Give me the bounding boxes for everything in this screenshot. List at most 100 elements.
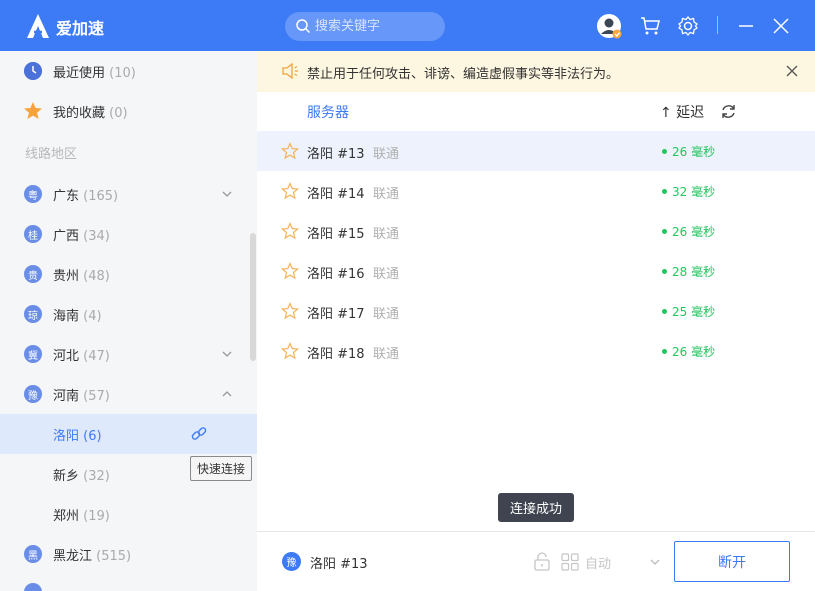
status-dot — [662, 229, 667, 234]
server-row[interactable]: 洛阳 #15 联通 26 毫秒 — [257, 211, 815, 251]
minimize-button[interactable] — [733, 13, 759, 39]
connect-success-toast: 连接成功 — [498, 493, 574, 522]
sidebar-scrollbar[interactable] — [250, 233, 256, 361]
server-row[interactable]: 洛阳 #18 联通 26 毫秒 — [257, 331, 815, 371]
titlebar-divider — [717, 16, 718, 34]
server-latency: 26 毫秒 — [672, 225, 716, 239]
app-logo-icon — [27, 14, 49, 38]
chevron-down-icon[interactable] — [649, 557, 661, 567]
sidebar-item-heilongjiang[interactable]: 黑 黑龙江 (515) — [0, 534, 257, 574]
region-badge: 桂 — [24, 225, 42, 243]
sidebar-item-count: (10) — [109, 65, 136, 81]
sidebar-item-luoyang[interactable]: 洛阳 (6) — [0, 414, 257, 454]
quick-connect-link-icon[interactable] — [190, 425, 208, 443]
server-row[interactable]: 洛阳 #13 联通 26 毫秒 — [257, 131, 815, 171]
sidebar-item-hebei[interactable]: 冀 河北 (47) — [0, 334, 257, 374]
close-notice-icon[interactable] — [785, 64, 799, 78]
clock-icon — [24, 62, 42, 80]
star-outline-icon[interactable] — [281, 222, 299, 240]
grid-mode-icon[interactable] — [561, 553, 579, 571]
chevron-down-icon[interactable] — [221, 188, 233, 200]
sidebar-item-guizhou[interactable]: 贵 贵州 (48) — [0, 254, 257, 294]
server-table-header: 服务器 ↑ 延迟 — [257, 92, 815, 131]
sidebar-item-henan[interactable]: 豫 河南 (57) — [0, 374, 257, 414]
refresh-icon[interactable] — [720, 103, 737, 120]
sidebar-item-guangdong[interactable]: 粤 广东 (165) — [0, 174, 257, 214]
server-row[interactable]: 洛阳 #16 联通 28 毫秒 — [257, 251, 815, 291]
sidebar-item-count: (32) — [83, 468, 110, 484]
status-dot — [662, 189, 667, 194]
column-header-server[interactable]: 服务器 — [307, 102, 349, 122]
server-latency: 32 毫秒 — [672, 185, 716, 199]
server-name: 洛阳 #17 — [307, 307, 365, 322]
sidebar-item-label: 河北 — [53, 348, 80, 364]
server-row[interactable]: 洛阳 #14 联通 32 毫秒 — [257, 171, 815, 211]
sidebar-item-label: 郑州 — [53, 508, 80, 524]
sidebar-item-recent[interactable]: 最近使用 (10) — [0, 51, 257, 91]
sidebar-item-label: 最近使用 — [53, 65, 106, 81]
search-input[interactable] — [315, 12, 440, 41]
star-outline-icon[interactable] — [281, 302, 299, 320]
server-name: 洛阳 #15 — [307, 227, 365, 242]
column-header-delay[interactable]: ↑ 延迟 — [660, 102, 704, 122]
star-outline-icon[interactable] — [281, 182, 299, 200]
sidebar-item-guangxi[interactable]: 桂 广西 (34) — [0, 214, 257, 254]
sidebar-item-count: (4) — [83, 308, 102, 324]
server-isp: 联通 — [373, 307, 400, 322]
lock-icon[interactable] — [533, 552, 551, 571]
server-isp: 联通 — [373, 347, 400, 362]
mode-select-value[interactable]: 自动 — [585, 553, 611, 572]
close-icon — [773, 18, 789, 34]
section-title: 线路地区 — [25, 147, 78, 162]
cart-button[interactable] — [637, 13, 663, 39]
title-bar: 爱加速 — [0, 0, 815, 51]
search-icon — [296, 19, 311, 34]
disconnect-button[interactable]: 断开 — [674, 541, 790, 582]
connection-bar: 豫 洛阳 #13 自动 断开 — [257, 531, 815, 591]
sidebar-item-favorites[interactable]: 我的收藏 (0) — [0, 91, 257, 131]
region-badge: 黑 — [24, 545, 42, 563]
server-latency: 26 毫秒 — [672, 345, 716, 359]
user-avatar-icon — [597, 14, 622, 39]
chevron-up-icon[interactable] — [221, 388, 233, 400]
status-dot — [662, 149, 667, 154]
current-server-name: 洛阳 #13 — [310, 557, 368, 572]
user-avatar-button[interactable] — [596, 13, 622, 39]
sidebar-item-zhengzhou[interactable]: 郑州 (19) — [0, 494, 257, 534]
sidebar-item-count: (0) — [109, 105, 128, 121]
search-box[interactable] — [285, 12, 445, 41]
server-latency: 26 毫秒 — [672, 145, 716, 159]
star-outline-icon[interactable] — [281, 342, 299, 360]
sidebar-item-count: (165) — [83, 188, 119, 204]
sidebar-item-count: (48) — [83, 268, 110, 284]
region-badge: 琼 — [24, 305, 42, 323]
app-name: 爱加速 — [56, 19, 105, 38]
sidebar-item-label: 广西 — [53, 228, 80, 244]
sidebar-item-label: 黑龙江 — [53, 548, 93, 564]
region-badge: 冀 — [24, 345, 42, 363]
star-icon — [24, 102, 42, 119]
notice-text: 禁止用于任何攻击、诽谤、编造虚假事实等非法行为。 — [307, 67, 620, 82]
server-name: 洛阳 #13 — [307, 147, 365, 162]
close-window-button[interactable] — [768, 13, 794, 39]
status-dot — [662, 309, 667, 314]
server-name: 洛阳 #16 — [307, 267, 365, 282]
status-dot — [662, 349, 667, 354]
sidebar-item-label: 洛阳 — [53, 428, 80, 444]
notice-bar: 禁止用于任何攻击、诽谤、编造虚假事实等非法行为。 — [257, 51, 815, 92]
sidebar-item-count: (34) — [83, 228, 110, 244]
server-latency: 28 毫秒 — [672, 265, 716, 279]
settings-button[interactable] — [675, 13, 701, 39]
region-badge: 粤 — [24, 185, 42, 203]
star-outline-icon[interactable] — [281, 142, 299, 160]
sidebar-item-partial[interactable] — [0, 574, 257, 591]
server-row[interactable]: 洛阳 #17 联通 25 毫秒 — [257, 291, 815, 331]
chevron-down-icon[interactable] — [221, 348, 233, 360]
sidebar-item-label: 海南 — [53, 308, 80, 324]
sidebar-item-count: (515) — [96, 548, 132, 564]
region-badge: 贵 — [24, 265, 42, 283]
server-isp: 联通 — [373, 227, 400, 242]
sidebar-item-hainan[interactable]: 琼 海南 (4) — [0, 294, 257, 334]
star-outline-icon[interactable] — [281, 262, 299, 280]
region-badge — [24, 583, 42, 591]
